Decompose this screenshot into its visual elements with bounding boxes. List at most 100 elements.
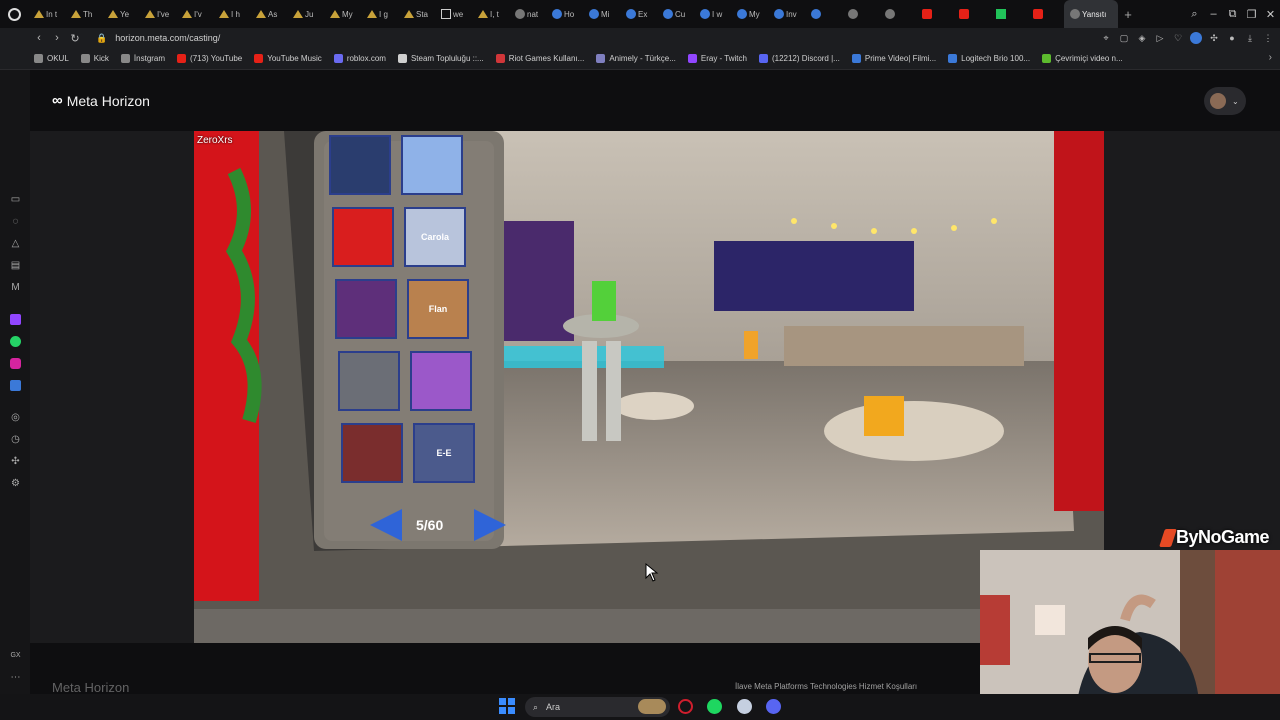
brand-logo[interactable]: ∞ Meta Horizon bbox=[52, 92, 150, 109]
tab[interactable]: Mi bbox=[583, 0, 620, 28]
bookmark-item[interactable]: Animely - Türkçe... bbox=[596, 54, 676, 63]
music-icon[interactable]: M bbox=[10, 282, 21, 293]
forward-icon[interactable]: › bbox=[48, 32, 66, 44]
snapshot-icon[interactable]: ▢ bbox=[1118, 32, 1130, 44]
tab[interactable]: I g bbox=[361, 0, 398, 28]
tab[interactable] bbox=[916, 0, 953, 28]
ai-icon[interactable]: ◌ bbox=[10, 216, 21, 227]
extension-icon[interactable] bbox=[1190, 32, 1202, 44]
shield-icon[interactable]: ◈ bbox=[1136, 32, 1148, 44]
tab[interactable] bbox=[953, 0, 990, 28]
casting-video[interactable]: Carola Flan E-E 5/60 ZeroXrs bbox=[194, 131, 1104, 643]
tab[interactable]: My bbox=[731, 0, 768, 28]
tab-active[interactable]: Yansıtı bbox=[1064, 0, 1118, 28]
profile-menu[interactable]: ⌄ bbox=[1204, 87, 1246, 115]
search-highlight-icon[interactable] bbox=[638, 699, 666, 714]
grid-prev-button[interactable] bbox=[370, 509, 402, 541]
tab[interactable]: I h bbox=[213, 0, 250, 28]
tab[interactable]: As bbox=[250, 0, 287, 28]
tab[interactable] bbox=[842, 0, 879, 28]
avatar-thumbnail[interactable]: E-E bbox=[413, 423, 475, 483]
tab[interactable]: Cu bbox=[657, 0, 694, 28]
bookmark-item[interactable]: YouTube Music bbox=[254, 54, 322, 63]
pin-icon[interactable]: ⌖ bbox=[1100, 32, 1112, 44]
back-icon[interactable]: ‹ bbox=[30, 32, 48, 44]
tab[interactable]: Ho bbox=[546, 0, 583, 28]
instagram-icon[interactable] bbox=[10, 358, 21, 369]
tab[interactable]: I'v bbox=[176, 0, 213, 28]
tab[interactable]: nat bbox=[509, 0, 546, 28]
avatar-thumbnail[interactable] bbox=[341, 423, 403, 483]
url-field[interactable]: horizon.meta.com/casting/ bbox=[115, 33, 220, 43]
avatar-thumbnail[interactable] bbox=[410, 351, 472, 411]
tab[interactable] bbox=[990, 0, 1027, 28]
avatar-thumbnail[interactable] bbox=[338, 351, 400, 411]
tab[interactable]: Ex bbox=[620, 0, 657, 28]
heart-icon[interactable]: ♡ bbox=[1172, 32, 1184, 44]
bookmark-item[interactable]: Kick bbox=[80, 54, 109, 63]
avatar-thumbnail[interactable] bbox=[329, 135, 391, 195]
messenger-icon[interactable] bbox=[10, 380, 21, 391]
gx-icon[interactable]: GX bbox=[10, 650, 21, 661]
tab[interactable]: I w bbox=[694, 0, 731, 28]
settings-icon[interactable]: ◎ bbox=[10, 412, 21, 423]
tab[interactable]: Inv bbox=[768, 0, 805, 28]
puzzle-icon[interactable]: ✣ bbox=[1208, 32, 1220, 44]
tab[interactable]: Sta bbox=[398, 0, 435, 28]
bookmark-item[interactable]: (12212) Discord |... bbox=[758, 54, 840, 63]
bookmark-item[interactable]: Prime Video| Filmi... bbox=[851, 54, 936, 63]
history-icon[interactable]: ◷ bbox=[10, 434, 21, 445]
restore-button[interactable]: ❐ bbox=[1242, 8, 1261, 21]
avatar-thumbnail[interactable] bbox=[401, 135, 463, 195]
snap-button[interactable]: ⧉ bbox=[1223, 8, 1242, 21]
tab[interactable]: My bbox=[324, 0, 361, 28]
profile-icon[interactable]: ● bbox=[1226, 32, 1238, 44]
close-button[interactable]: ✕ bbox=[1261, 8, 1280, 21]
gear-icon[interactable]: ⚙ bbox=[10, 478, 21, 489]
tab[interactable] bbox=[1027, 0, 1064, 28]
tab[interactable] bbox=[805, 0, 842, 28]
bookmark-item[interactable]: roblox.com bbox=[333, 54, 386, 63]
bookmark-item[interactable]: İnstgram bbox=[120, 54, 165, 63]
spotify-taskbar-icon[interactable] bbox=[707, 699, 722, 714]
tab[interactable] bbox=[879, 0, 916, 28]
bookmark-item[interactable]: Eray - Twitch bbox=[687, 54, 747, 63]
browser-logo-icon[interactable] bbox=[0, 0, 28, 28]
extensions-icon[interactable]: ✣ bbox=[10, 456, 21, 467]
app-taskbar-icon[interactable] bbox=[737, 699, 752, 714]
download-icon[interactable]: ⤓ bbox=[1244, 32, 1256, 44]
menu-icon[interactable]: ⋮ bbox=[1262, 32, 1274, 44]
pinboard-icon[interactable]: ▤ bbox=[10, 260, 21, 271]
lock-icon[interactable]: 🔒 bbox=[96, 33, 107, 44]
tab[interactable]: Ye bbox=[102, 0, 139, 28]
search-tabs-icon[interactable]: ⌕ bbox=[1185, 8, 1204, 21]
tab[interactable]: Th bbox=[65, 0, 102, 28]
avatar-thumbnail[interactable]: Flan bbox=[407, 279, 469, 339]
tab[interactable]: we bbox=[435, 0, 472, 28]
avatar-thumbnail[interactable] bbox=[332, 207, 394, 267]
tab[interactable]: In t bbox=[28, 0, 65, 28]
reload-icon[interactable]: ↻ bbox=[66, 32, 84, 45]
whatsapp-icon[interactable] bbox=[10, 336, 21, 347]
more-icon[interactable]: ⋯ bbox=[10, 672, 21, 683]
new-tab-button[interactable]: + bbox=[1118, 7, 1138, 22]
discord-taskbar-icon[interactable] bbox=[766, 699, 781, 714]
tab[interactable]: Ju bbox=[287, 0, 324, 28]
footer-legal-link[interactable]: İlave Meta Platforms Technologies Hizmet… bbox=[735, 682, 917, 691]
tab[interactable]: I, t bbox=[472, 0, 509, 28]
bookmark-item[interactable]: Riot Games Kullanı... bbox=[495, 54, 584, 63]
opera-gx-taskbar-icon[interactable] bbox=[678, 699, 693, 714]
minimize-button[interactable]: – bbox=[1204, 8, 1223, 20]
avatar-thumbnail[interactable] bbox=[335, 279, 397, 339]
play-icon[interactable]: ▷ bbox=[1154, 32, 1166, 44]
bookmarks-more-icon[interactable]: › bbox=[1269, 52, 1272, 63]
windows-start-button[interactable] bbox=[499, 698, 515, 714]
gaming-icon[interactable]: ▭ bbox=[10, 194, 21, 205]
bookmark-item[interactable]: OKUL bbox=[34, 54, 69, 63]
bookmark-item[interactable]: Logitech Brio 100... bbox=[948, 54, 1030, 63]
bookmark-item[interactable]: (713) YouTube bbox=[177, 54, 242, 63]
twitch-icon[interactable] bbox=[10, 314, 21, 325]
avatar-thumbnail[interactable]: Carola bbox=[404, 207, 466, 267]
aria-icon[interactable]: △ bbox=[10, 238, 21, 249]
bookmark-item[interactable]: Çevrimiçi video n... bbox=[1042, 54, 1123, 63]
